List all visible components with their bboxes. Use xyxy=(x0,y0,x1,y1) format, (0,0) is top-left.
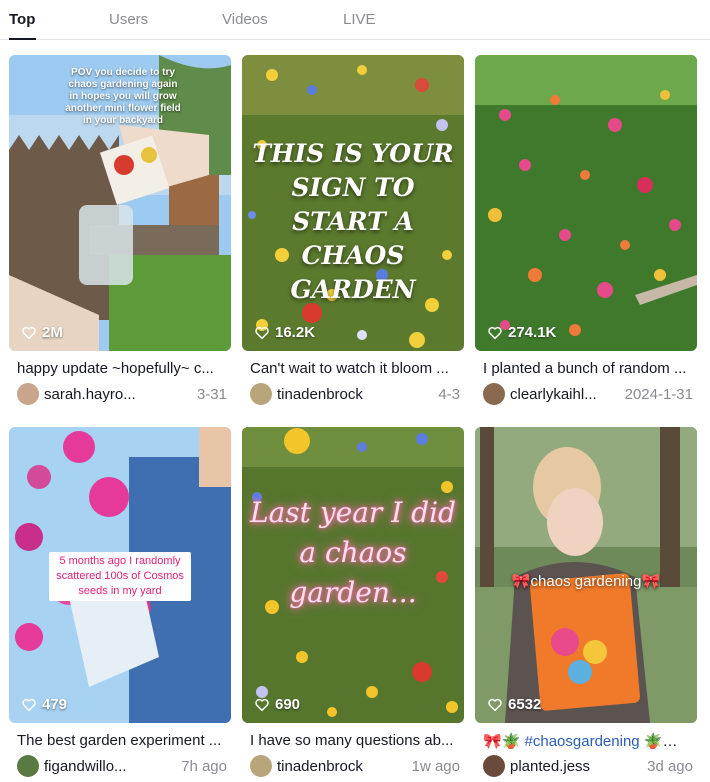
video-meta: figandwillo... 7h ago xyxy=(17,754,227,778)
avatar[interactable] xyxy=(17,755,39,777)
video-caption[interactable]: 🎀🪴 #chaosgardening 🪴🎀 ... xyxy=(483,732,693,750)
tab-top[interactable]: Top xyxy=(9,11,35,28)
tab-live[interactable]: LIVE xyxy=(343,11,376,28)
hashtag-link[interactable]: #chaosgardening xyxy=(525,733,640,750)
caption-suffix: 🪴🎀 ... xyxy=(639,733,693,750)
likes-count: 690 xyxy=(254,696,300,713)
avatar[interactable] xyxy=(483,383,505,405)
avatar[interactable] xyxy=(250,755,272,777)
video-caption[interactable]: I have so many questions ab... xyxy=(250,732,460,749)
video-meta: clearlykaihl... 2024-1-31 xyxy=(483,382,693,406)
tab-users[interactable]: Users xyxy=(109,11,148,28)
video-card: THIS IS YOUR SIGN TO START A CHAOS GARDE… xyxy=(242,55,464,418)
video-overlay-text: 5 months ago I randomly scattered 100s o… xyxy=(49,552,191,601)
likes-value: 690 xyxy=(275,696,301,713)
heart-outline-icon xyxy=(22,698,36,711)
video-overlay-text: POV you decide to try chaos gardening ag… xyxy=(65,67,181,126)
post-date: 7h ago xyxy=(181,757,227,775)
likes-count: 274.1K xyxy=(487,324,556,341)
video-thumbnail[interactable]: POV you decide to try chaos gardening ag… xyxy=(9,55,231,351)
video-meta: tinadenbrock 1w ago xyxy=(250,754,460,778)
video-card: 5 months ago I randomly scattered 100s o… xyxy=(9,427,231,782)
likes-value: 2M xyxy=(42,324,63,341)
video-card: Last year I did a chaos garden... 690 I … xyxy=(242,427,464,782)
video-card: 🎀chaos gardening🎀 6532 🎀🪴 #chaosgardenin… xyxy=(475,427,697,782)
caption-prefix: 🎀🪴 xyxy=(483,733,525,750)
video-caption[interactable]: I planted a bunch of random ... xyxy=(483,360,693,377)
likes-value: 479 xyxy=(42,696,68,713)
username[interactable]: figandwillo... xyxy=(44,758,127,775)
avatar[interactable] xyxy=(17,383,39,405)
video-meta: tinadenbrock 4-3 xyxy=(250,382,460,406)
video-meta: planted.jess 3d ago xyxy=(483,754,693,778)
tab-videos[interactable]: Videos xyxy=(222,11,268,28)
video-thumbnail[interactable]: 5 months ago I randomly scattered 100s o… xyxy=(9,427,231,723)
video-caption[interactable]: happy update ~hopefully~ c... xyxy=(17,360,227,377)
heart-outline-icon xyxy=(488,326,502,339)
active-tab-indicator xyxy=(9,38,36,40)
username[interactable]: planted.jess xyxy=(510,758,590,775)
video-overlay-text: Last year I did a chaos garden... xyxy=(250,496,456,609)
search-tabs: Top Users Videos LIVE xyxy=(0,0,710,40)
post-date: 1w ago xyxy=(411,757,460,775)
heart-outline-icon xyxy=(488,698,502,711)
heart-outline-icon xyxy=(255,698,269,711)
likes-value: 16.2K xyxy=(275,324,316,341)
video-thumbnail[interactable]: 274.1K xyxy=(475,55,697,351)
username[interactable]: clearlykaihl... xyxy=(510,386,597,403)
likes-count: 2M xyxy=(21,324,63,341)
likes-value: 274.1K xyxy=(508,324,557,341)
video-caption[interactable]: Can't wait to watch it bloom ... xyxy=(250,360,460,377)
post-date: 2024-1-31 xyxy=(624,385,693,403)
likes-count: 479 xyxy=(21,696,67,713)
heart-outline-icon xyxy=(255,326,269,339)
username[interactable]: tinadenbrock xyxy=(277,386,363,403)
likes-value: 6532 xyxy=(508,696,542,713)
post-date: 4-3 xyxy=(438,385,460,403)
post-date: 3-31 xyxy=(196,385,227,403)
likes-count: 6532 xyxy=(487,696,541,713)
username[interactable]: sarah.hayro... xyxy=(44,386,136,403)
video-thumbnail[interactable]: 🎀chaos gardening🎀 6532 xyxy=(475,427,697,723)
video-caption[interactable]: The best garden experiment ... xyxy=(17,732,227,749)
video-card: POV you decide to try chaos gardening ag… xyxy=(9,55,231,418)
username[interactable]: tinadenbrock xyxy=(277,758,363,775)
post-date: 3d ago xyxy=(647,757,693,775)
video-meta: sarah.hayro... 3-31 xyxy=(17,382,227,406)
video-overlay-text: 🎀chaos gardening🎀 xyxy=(511,573,661,590)
heart-outline-icon xyxy=(22,326,36,339)
likes-count: 16.2K xyxy=(254,324,315,341)
video-overlay-text: THIS IS YOUR SIGN TO START A CHAOS GARDE… xyxy=(252,139,454,304)
avatar[interactable] xyxy=(250,383,272,405)
avatar[interactable] xyxy=(483,755,505,777)
video-thumbnail[interactable]: THIS IS YOUR SIGN TO START A CHAOS GARDE… xyxy=(242,55,464,351)
video-card: 274.1K I planted a bunch of random ... c… xyxy=(475,55,697,418)
video-thumbnail[interactable]: Last year I did a chaos garden... 690 xyxy=(242,427,464,723)
